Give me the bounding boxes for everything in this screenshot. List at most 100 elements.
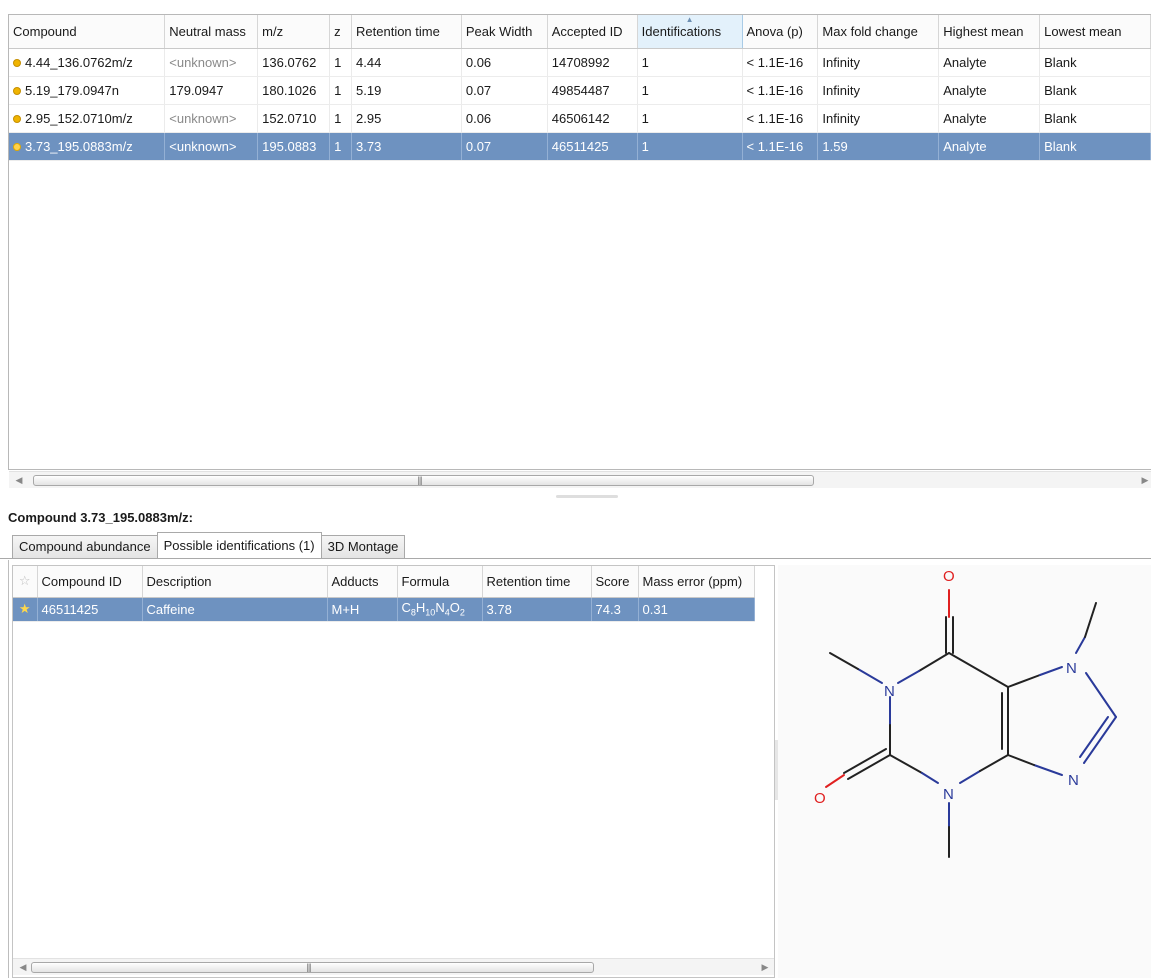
column-header-lowest-mean[interactable]: Lowest mean bbox=[1039, 15, 1151, 49]
tab-compound-abundance[interactable]: Compound abundance bbox=[12, 535, 158, 558]
cell-anova: < 1.1E-16 bbox=[742, 104, 819, 133]
compound-row[interactable]: 5.19_179.0947n 179.0947 180.1026 1 5.19 … bbox=[9, 76, 1151, 105]
compound-name: 3.73_195.0883m/z bbox=[25, 138, 133, 154]
cell-accepted-id: 46506142 bbox=[547, 104, 638, 133]
panel-splitter[interactable] bbox=[556, 495, 618, 498]
bond-n7-stub bbox=[1039, 666, 1063, 676]
column-header-highest-mean[interactable]: Highest mean bbox=[938, 15, 1041, 49]
cell-lowest-mean: Blank bbox=[1039, 132, 1151, 161]
column-header-identifications-label: Identifications bbox=[641, 23, 722, 39]
cell-mz: 195.0883 bbox=[257, 132, 331, 161]
scroll-left-icon[interactable]: ◀ bbox=[11, 472, 27, 488]
bond-n1-stub bbox=[897, 670, 920, 684]
cell-peak-width: 0.07 bbox=[461, 76, 548, 105]
compounds-header-row: Compound Neutral mass m/z z Retention ti… bbox=[9, 15, 1151, 49]
tab-3d-montage[interactable]: 3D Montage bbox=[320, 535, 406, 558]
panel-left-border bbox=[8, 560, 9, 978]
cell-neutral-mass: 179.0947 bbox=[164, 76, 259, 105]
bond-n9-c4 bbox=[1033, 764, 1063, 776]
cell-retention-time: 5.19 bbox=[351, 76, 462, 105]
column-header-description[interactable]: Description bbox=[142, 566, 328, 598]
cell-mass-error: 0.31 bbox=[638, 597, 755, 622]
compound-marker-icon bbox=[13, 58, 21, 67]
compound-row[interactable]: 2.95_152.0710m/z <unknown> 152.0710 1 2.… bbox=[9, 104, 1151, 133]
compound-name: 4.44_136.0762m/z bbox=[25, 54, 133, 70]
bond-o2-stub bbox=[825, 774, 845, 788]
cell-accepted-id: 49854487 bbox=[547, 76, 638, 105]
column-header-score[interactable]: Score bbox=[591, 566, 639, 598]
column-header-accepted-id[interactable]: Accepted ID bbox=[547, 15, 638, 49]
scroll-right-icon[interactable]: ▶ bbox=[757, 959, 773, 975]
cell-identifications: 1 bbox=[637, 104, 743, 133]
identifications-table[interactable]: ☆ Compound ID Description Adducts Formul… bbox=[12, 565, 775, 978]
column-header-identifications[interactable]: ▲ Identifications bbox=[636, 15, 743, 49]
column-header-formula[interactable]: Formula bbox=[397, 566, 483, 598]
column-header-adducts[interactable]: Adducts bbox=[327, 566, 398, 598]
cell-max-fold-change: 1.59 bbox=[817, 132, 940, 161]
identification-row-selected[interactable]: ★ 46511425 Caffeine M+H C8H10N4O2 3.78 7… bbox=[13, 597, 755, 622]
column-header-star[interactable]: ☆ bbox=[13, 566, 38, 598]
column-header-peak-width[interactable]: Peak Width bbox=[461, 15, 548, 49]
compounds-scroll-thumb[interactable]: ||| bbox=[33, 475, 814, 486]
tab-strip-line bbox=[0, 558, 1151, 559]
column-header-max-fold-change[interactable]: Max fold change bbox=[817, 15, 940, 49]
bond-n7-me bbox=[1075, 636, 1086, 654]
compound-row-selected[interactable]: 3.73_195.0883m/z <unknown> 195.0883 1 3.… bbox=[9, 132, 1151, 161]
column-header-id-retention-time[interactable]: Retention time bbox=[482, 566, 592, 598]
identifications-scroll-thumb[interactable]: ||| bbox=[31, 962, 594, 973]
column-header-neutral-mass[interactable]: Neutral mass bbox=[164, 15, 259, 49]
bond-c2-n3 bbox=[889, 754, 923, 774]
compound-marker-icon bbox=[13, 86, 21, 95]
compounds-table[interactable]: Compound Neutral mass m/z z Retention ti… bbox=[8, 14, 1151, 470]
column-header-compound-id[interactable]: Compound ID bbox=[37, 566, 143, 598]
scroll-grip-icon: ||| bbox=[417, 475, 423, 485]
atom-n1: N bbox=[884, 683, 895, 700]
cell-anova: < 1.1E-16 bbox=[742, 48, 819, 77]
cell-compound: 2.95_152.0710m/z bbox=[9, 104, 166, 133]
cell-star[interactable]: ★ bbox=[13, 597, 38, 622]
identifications-horizontal-scrollbar[interactable]: ◀ ||| ▶ bbox=[13, 958, 774, 975]
atom-n9: N bbox=[1068, 772, 1079, 789]
compound-row[interactable]: 4.44_136.0762m/z <unknown> 136.0762 1 4.… bbox=[9, 48, 1151, 77]
cell-anova: < 1.1E-16 bbox=[742, 76, 819, 105]
cell-neutral-mass: <unknown> bbox=[164, 104, 259, 133]
cell-accepted-id: 46511425 bbox=[547, 132, 638, 161]
bond-n1-me-tail bbox=[829, 652, 859, 670]
cell-mz: 152.0710 bbox=[257, 104, 331, 133]
tab-possible-identifications[interactable]: Possible identifications (1) bbox=[156, 532, 322, 558]
bond-n7-me-tail bbox=[1084, 602, 1097, 638]
cell-identifications: 1 bbox=[637, 132, 743, 161]
cell-z: 1 bbox=[329, 48, 353, 77]
column-header-compound[interactable]: Compound bbox=[9, 15, 166, 49]
atom-o2: O bbox=[814, 790, 826, 807]
column-header-mz[interactable]: m/z bbox=[257, 15, 331, 49]
bond-c6-n1 bbox=[918, 652, 950, 672]
cell-identifications: 1 bbox=[637, 48, 743, 77]
cell-z: 1 bbox=[329, 132, 353, 161]
column-header-retention-time[interactable]: Retention time bbox=[351, 15, 462, 49]
cell-compound: 5.19_179.0947n bbox=[9, 76, 166, 105]
cell-peak-width: 0.06 bbox=[461, 48, 548, 77]
cell-mz: 136.0762 bbox=[257, 48, 331, 77]
compounds-grid: Compound Neutral mass m/z z Retention ti… bbox=[9, 15, 1151, 161]
column-header-mass-error[interactable]: Mass error (ppm) bbox=[638, 566, 755, 598]
column-header-anova[interactable]: Anova (p) bbox=[742, 15, 819, 49]
compounds-horizontal-scrollbar[interactable]: ◀ ||| ▶ bbox=[9, 471, 1151, 488]
cell-lowest-mean: Blank bbox=[1039, 76, 1151, 105]
scroll-right-icon[interactable]: ▶ bbox=[1137, 472, 1151, 488]
star-outline-icon: ☆ bbox=[18, 573, 31, 589]
bond-n9-c4-tail bbox=[1007, 754, 1035, 766]
cell-compound-id: 46511425 bbox=[37, 597, 143, 622]
identifications-header-row: ☆ Compound ID Description Adducts Formul… bbox=[13, 566, 755, 598]
cell-peak-width: 0.07 bbox=[461, 132, 548, 161]
scroll-left-icon[interactable]: ◀ bbox=[15, 959, 31, 975]
bond-n3-c4 bbox=[959, 770, 981, 784]
cell-highest-mean: Analyte bbox=[938, 48, 1041, 77]
column-header-z[interactable]: z bbox=[329, 15, 353, 49]
cell-max-fold-change: Infinity bbox=[817, 104, 940, 133]
bond-n3-c4-tail bbox=[979, 754, 1009, 772]
cell-formula: C8H10N4O2 bbox=[397, 597, 483, 622]
star-filled-icon[interactable]: ★ bbox=[19, 601, 31, 616]
detail-title: Compound 3.73_195.0883m/z: bbox=[8, 510, 193, 525]
sort-ascending-icon: ▲ bbox=[685, 15, 694, 24]
